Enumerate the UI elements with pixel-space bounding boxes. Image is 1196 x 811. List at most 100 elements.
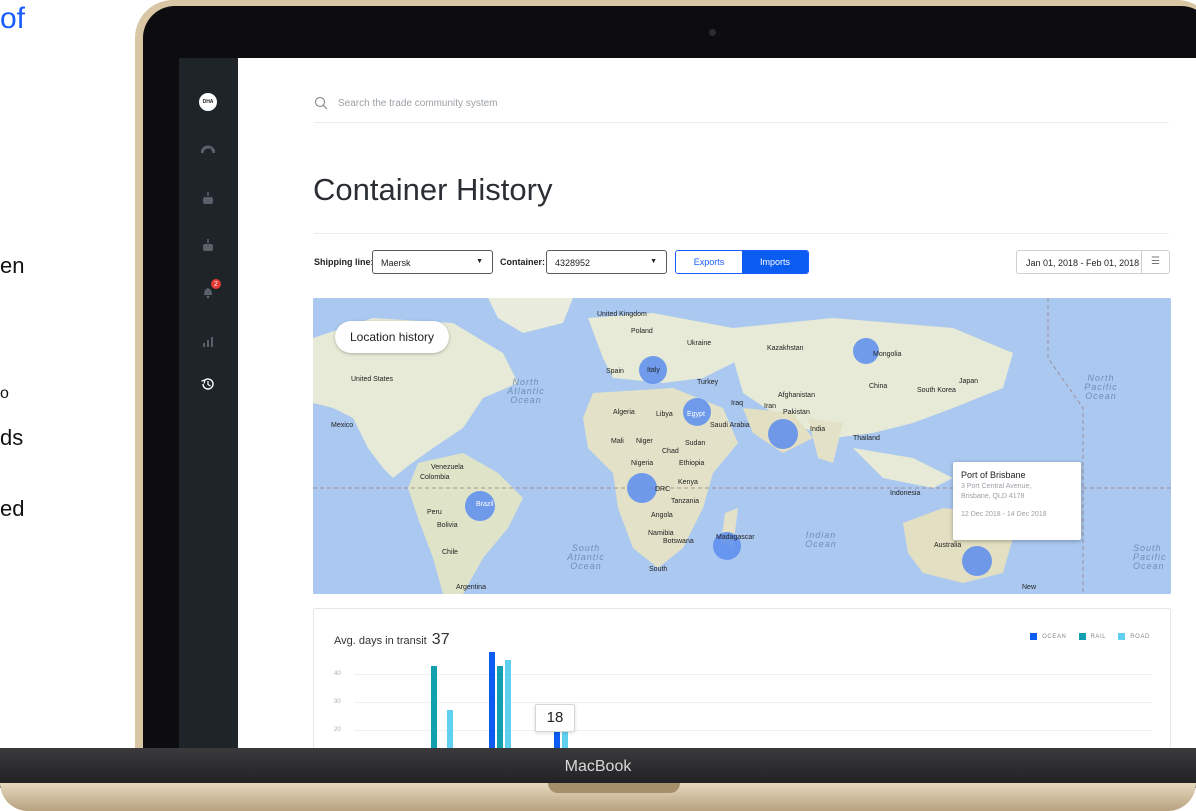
- search-icon: [314, 96, 328, 110]
- search-input[interactable]: Search the trade community system: [338, 98, 498, 109]
- map-label: Namibia: [648, 530, 674, 537]
- map-label: Chile: [442, 549, 458, 556]
- ocean-label: South Pacific Ocean: [1133, 543, 1167, 571]
- avg-days-value: 37: [431, 631, 450, 648]
- date-range-picker[interactable]: Jan 01, 2018 - Feb 01, 2018 ☰: [1016, 250, 1170, 274]
- container-label: Container:: [500, 257, 545, 267]
- filter-lines-icon[interactable]: ☰: [1151, 256, 1160, 267]
- map-label: United States: [351, 376, 394, 383]
- laptop-brand-label: MacBook: [564, 758, 632, 775]
- dashboard-icon[interactable]: [199, 141, 217, 159]
- background-text-fragment: o: [0, 385, 9, 402]
- map-label: Poland: [631, 328, 653, 335]
- gridline: [354, 730, 1152, 731]
- bar-rail[interactable]: [497, 665, 503, 748]
- y-tick-label: 40: [334, 671, 341, 677]
- shipping-line-select[interactable]: Maersk ▼: [372, 250, 493, 274]
- map-label: Mexico: [331, 422, 354, 429]
- history-icon[interactable]: [199, 375, 217, 393]
- legend-item-road[interactable]: ROAD: [1118, 633, 1150, 640]
- map-label: Kenya: [678, 479, 698, 486]
- container-select[interactable]: 4328952 ▼: [546, 250, 667, 274]
- transit-chart-card: Avg. days in transit 37 OCEAN RAIL ROAD …: [313, 608, 1171, 748]
- bar-road[interactable]: [505, 660, 511, 748]
- gridline: [354, 674, 1152, 675]
- y-tick-label: 20: [334, 727, 341, 733]
- location-history-button[interactable]: Location history: [335, 321, 450, 353]
- search-bar[interactable]: Search the trade community system: [314, 96, 498, 110]
- map-label: Ethiopia: [679, 460, 705, 467]
- divider: [314, 233, 1169, 234]
- laptop-notch: [548, 783, 680, 793]
- map-label: Tanzania: [671, 498, 700, 505]
- chevron-down-icon: ▼: [476, 258, 483, 265]
- main-content: Search the trade community system Contai…: [238, 58, 1196, 748]
- background-text-fragment: ed: [0, 496, 25, 521]
- divider: [314, 122, 1169, 123]
- background-text-fragment: ds: [0, 425, 24, 450]
- reports-icon[interactable]: [199, 332, 217, 350]
- port-address-line1: 3 Port Central Avenue,: [961, 483, 1032, 490]
- divider: [1141, 251, 1142, 273]
- date-range-value: Jan 01, 2018 - Feb 01, 2018: [1026, 258, 1140, 268]
- bar-road[interactable]: [447, 710, 453, 748]
- map-label: South Korea: [917, 387, 956, 394]
- map-label: Peru: [427, 509, 442, 516]
- map-label: Colombia: [420, 474, 450, 481]
- map-label: China: [869, 383, 888, 390]
- chevron-down-icon: ▼: [650, 258, 657, 265]
- filter-bar: Shipping line: Maersk ▼ Container: 43289…: [314, 250, 1170, 274]
- port-name: Port of Brisbane: [961, 470, 1026, 480]
- map-label: Ukraine: [687, 340, 712, 347]
- map-label: Iraq: [731, 400, 744, 407]
- map-label: DRC: [655, 486, 671, 493]
- chart-title-text: Avg. days in transit: [334, 635, 427, 647]
- map-label: Thailand: [853, 435, 880, 442]
- map-label: Italy: [647, 367, 660, 374]
- map-label: Spain: [606, 368, 624, 375]
- background-text-fragment: of: [0, 2, 26, 35]
- map-label: Sudan: [685, 440, 706, 447]
- sidebar: DHA 2: [179, 58, 238, 748]
- map-label: Kazakhstan: [767, 345, 804, 352]
- map-label: South: [649, 566, 668, 573]
- map-label: New: [1022, 584, 1037, 591]
- map-label: Egypt: [687, 411, 705, 418]
- map-label: Iran: [764, 403, 777, 410]
- page-title: Container History: [313, 172, 553, 207]
- y-tick-label: 30: [334, 699, 341, 705]
- bar-ocean[interactable]: [489, 651, 495, 748]
- container-value: 4328952: [555, 258, 591, 268]
- imports-button[interactable]: Imports: [742, 251, 808, 273]
- map-label: United Kingdom: [597, 311, 647, 318]
- camera-icon: [709, 29, 716, 36]
- direction-toggle: Exports Imports: [675, 250, 809, 274]
- app-screen: DHA 2 Search the trade community system …: [179, 58, 1196, 748]
- dha-logo[interactable]: DHA: [199, 93, 217, 111]
- legend-item-rail[interactable]: RAIL: [1078, 633, 1107, 640]
- map-label: Pakistan: [783, 409, 810, 416]
- map-label: Venezuela: [431, 464, 464, 471]
- map-label: Afghanistan: [778, 392, 815, 399]
- gridline: [354, 702, 1152, 703]
- import-icon[interactable]: [199, 236, 217, 254]
- map-label: Algeria: [613, 409, 635, 416]
- map-label: India: [810, 426, 826, 433]
- export-icon[interactable]: [199, 189, 217, 207]
- legend-item-ocean[interactable]: OCEAN: [1030, 633, 1066, 640]
- map-label: Saudi Arabia: [710, 422, 750, 429]
- map-label: Japan: [959, 378, 979, 385]
- shipping-line-label: Shipping line:: [314, 257, 374, 267]
- map-label: Botswana: [663, 538, 694, 545]
- location-map[interactable]: Location history United Kingdom Poland U…: [313, 298, 1171, 594]
- notification-badge: 2: [211, 279, 221, 289]
- ocean-label: North Atlantic Ocean: [507, 377, 545, 405]
- bar-rail[interactable]: [431, 665, 437, 748]
- map-label: Chad: [662, 448, 679, 455]
- map-label: Nigeria: [631, 460, 654, 467]
- map-label: Australia: [934, 542, 962, 549]
- map-label: Madagascar: [716, 534, 755, 541]
- map-label: Angola: [651, 512, 673, 519]
- shipping-line-value: Maersk: [381, 258, 411, 268]
- exports-button[interactable]: Exports: [676, 251, 742, 273]
